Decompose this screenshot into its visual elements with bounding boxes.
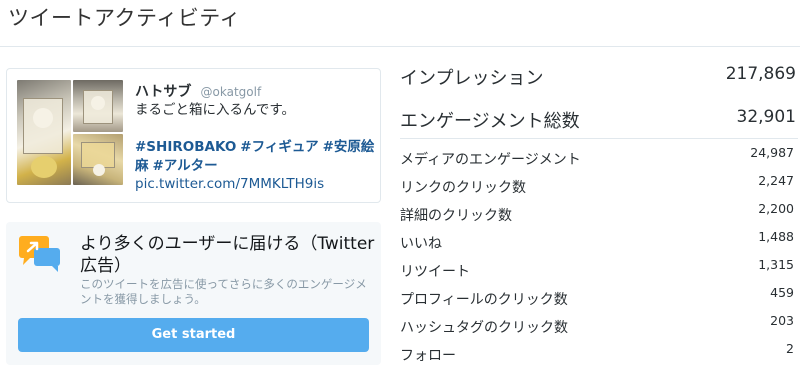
metric-value: 2,247	[758, 173, 794, 188]
metric-value: 2,200	[758, 201, 794, 216]
metric-label: フォロー	[400, 348, 456, 364]
impressions-label: インプレッション	[400, 68, 544, 89]
tweet-hashtags: #SHIROBAKO #フィギュア #安原絵麻 #アルター	[135, 138, 375, 176]
hashtag-link[interactable]: #SHIROBAKO	[135, 139, 236, 155]
tweet-media-link[interactable]: pic.twitter.com/7MMKLTH9is	[135, 176, 324, 192]
metric-label: メディアのエンゲージメント	[400, 152, 581, 168]
metric-row-profile-clicks: プロフィールのクリック数 459	[400, 285, 798, 308]
tweet-author-handle[interactable]: @okatgolf	[201, 85, 262, 99]
metric-value: 24,987	[750, 145, 794, 160]
metric-label: プロフィールのクリック数	[400, 292, 568, 308]
promote-title: より多くのユーザーに届ける（Twitter広告）	[80, 234, 375, 276]
tweet-header: ハトサブ @okatgolf	[135, 81, 261, 101]
metrics-panel: インプレッション 217,869 エンゲージメント総数 32,901 メディアの…	[400, 0, 800, 370]
tweet-text: まるごと箱に入るんです。	[135, 102, 295, 118]
metric-label: いいね	[400, 236, 442, 252]
engagements-value: 32,901	[736, 107, 796, 127]
metric-row-media: メディアのエンゲージメント 24,987	[400, 145, 798, 168]
metric-value: 1,488	[758, 229, 794, 244]
tweet-image-3[interactable]	[73, 134, 123, 185]
metric-value: 2	[786, 341, 794, 356]
metric-row-link-clicks: リンクのクリック数 2,247	[400, 173, 798, 196]
tweet-card[interactable]: ハトサブ @okatgolf まるごと箱に入るんです。 #SHIROBAKO #フ…	[6, 68, 381, 203]
metric-value: 459	[770, 285, 794, 300]
metrics-divider	[400, 138, 798, 139]
tweet-image-2[interactable]	[73, 80, 123, 132]
metric-row-hashtag-clicks: ハッシュタグのクリック数 203	[400, 313, 798, 336]
get-started-button[interactable]: Get started	[18, 318, 369, 352]
metric-label: ハッシュタグのクリック数	[400, 320, 568, 336]
hashtag-link[interactable]: #フィギュア	[240, 139, 318, 155]
hashtag-link[interactable]: #アルター	[153, 158, 218, 174]
metric-row-follows: フォロー 2	[400, 341, 798, 364]
impressions-row: インプレッション 217,869	[400, 64, 798, 89]
metric-label: リツイート	[400, 264, 470, 280]
promote-panel: より多くのユーザーに届ける（Twitter広告） このツイートを広告に使ってさら…	[6, 222, 381, 365]
metric-value: 1,315	[758, 257, 794, 272]
metric-row-detail-clicks: 詳細のクリック数 2,200	[400, 201, 798, 224]
engagements-label: エンゲージメント総数	[400, 111, 580, 132]
tweet-author-name[interactable]: ハトサブ	[135, 84, 191, 100]
impressions-value: 217,869	[725, 64, 796, 84]
metric-label: 詳細のクリック数	[400, 208, 512, 224]
metric-row-retweets: リツイート 1,315	[400, 257, 798, 280]
page-title: ツイートアクティビティ	[8, 6, 241, 30]
metric-row-likes: いいね 1,488	[400, 229, 798, 252]
metric-label: リンクのクリック数	[400, 180, 526, 196]
tweet-media[interactable]	[17, 80, 123, 185]
speech-bubbles-icon	[19, 236, 60, 272]
metric-value: 203	[770, 313, 794, 328]
engagements-row: エンゲージメント総数 32,901	[400, 107, 798, 132]
tweet-image-1[interactable]	[17, 80, 71, 185]
promote-description: このツイートを広告に使ってさらに多くのエンゲージメントを獲得しましょう。	[80, 277, 367, 306]
